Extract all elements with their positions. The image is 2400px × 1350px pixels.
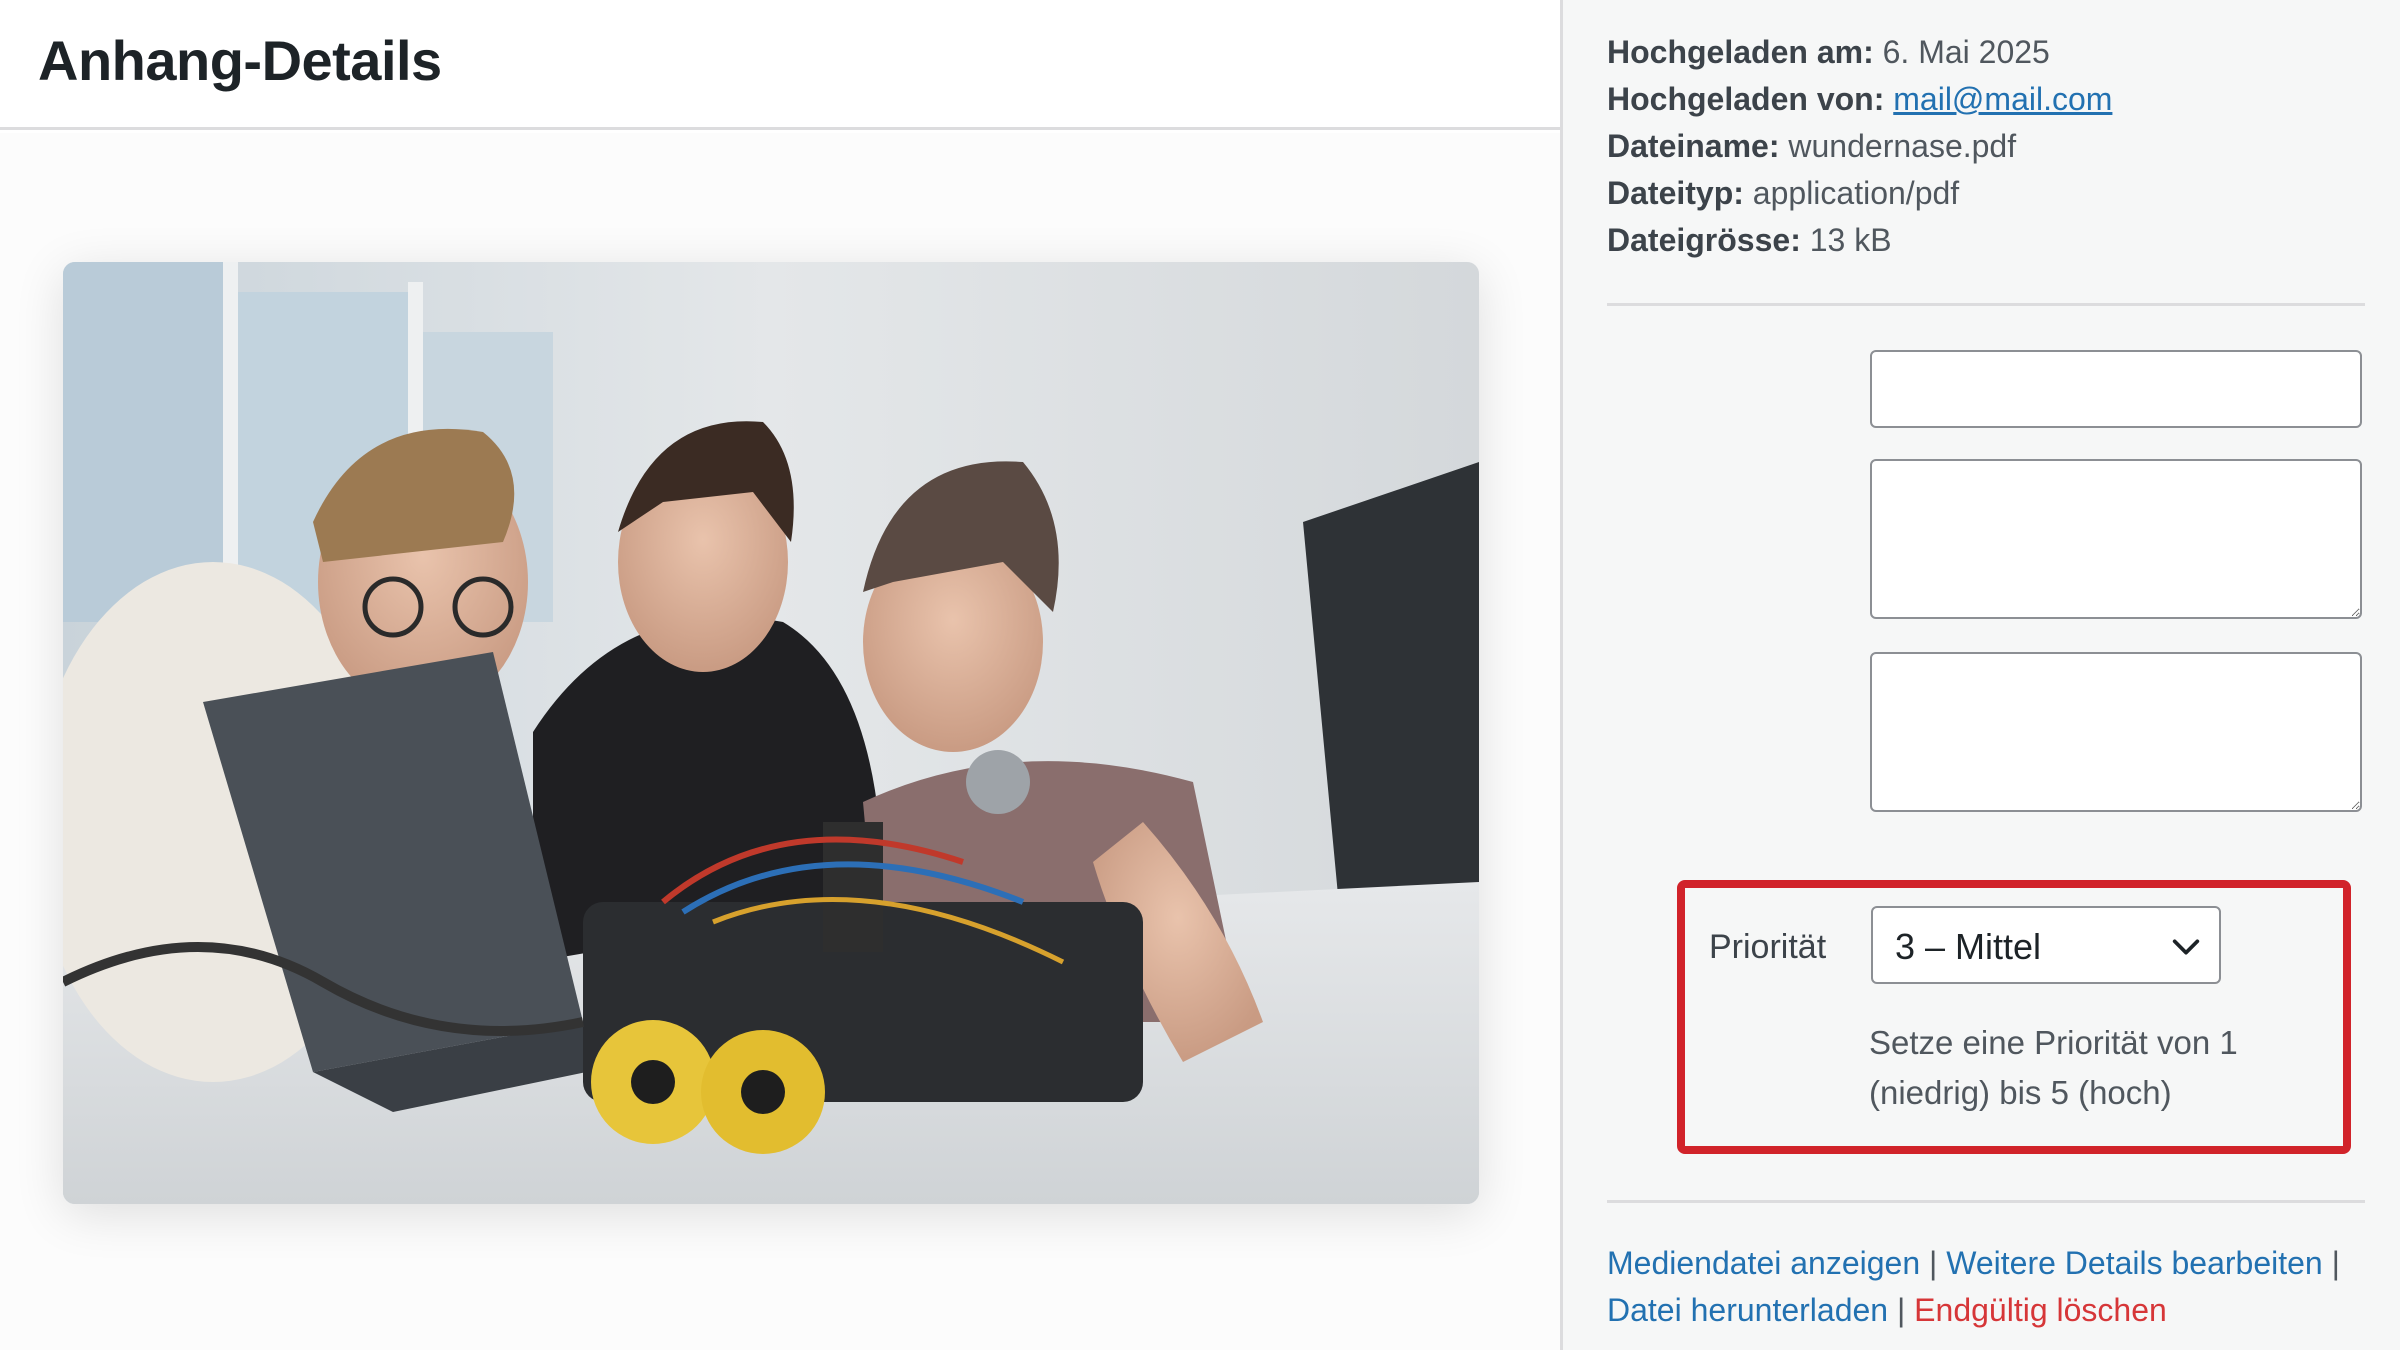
page-title: Anhang-Details (38, 29, 442, 92)
meta-filename-value: wundernase.pdf (1788, 128, 2017, 164)
meta-uploaded-by-label: Hochgeladen von: (1607, 81, 1885, 117)
meta-filetype-value: application/pdf (1752, 175, 1960, 211)
meta-filesize: Dateigrösse: 13 kB (1607, 222, 1892, 259)
edit-details-link[interactable]: Weitere Details bearbeiten (1946, 1245, 2323, 1281)
separator: | (1896, 1292, 1906, 1328)
download-file-link[interactable]: Datei herunterladen (1607, 1292, 1888, 1328)
priority-selected-value: 3 – Mittel (1895, 926, 2042, 967)
priority-help-text: Setze eine Priorität von 1 (niedrig) bis… (1869, 1024, 2238, 1111)
title-input[interactable] (1870, 350, 2362, 428)
priority-label: Priorität (1709, 928, 1827, 966)
meta-filesize-value: 13 kB (1809, 222, 1892, 258)
meta-uploaded-on-value: 6. Mai 2025 (1882, 34, 2050, 70)
separator: | (1929, 1245, 1938, 1281)
meta-uploaded-on-label: Hochgeladen am: (1607, 34, 1874, 70)
attachment-details-sidebar: Hochgeladen am: 6. Mai 2025 Hochgeladen … (1560, 0, 2400, 1350)
meta-uploaded-on: Hochgeladen am: 6. Mai 2025 (1607, 34, 2050, 71)
meta-uploaded-by: Hochgeladen von: mail@mail.com (1607, 81, 2112, 118)
attachment-actions: Mediendatei anzeigen | Weitere Details b… (1607, 1240, 2397, 1334)
uploader-email-link[interactable]: mail@mail.com (1893, 81, 2112, 117)
header-bar: Anhang-Details (0, 0, 1560, 130)
delete-permanently-link[interactable]: Endgültig löschen (1914, 1292, 2167, 1328)
attachment-preview-image (63, 262, 1479, 1204)
description-textarea[interactable] (1870, 652, 2362, 812)
separator: | (2331, 1245, 2340, 1281)
meta-filetype-label: Dateityp: (1607, 175, 1744, 211)
meta-filename-label: Dateiname: (1607, 128, 1780, 164)
priority-select[interactable]: 3 – Mittel (1871, 906, 2221, 984)
chevron-down-icon (2172, 939, 2200, 955)
actions-divider (1607, 1200, 2365, 1203)
meta-filesize-label: Dateigrösse: (1607, 222, 1801, 258)
meta-filetype: Dateityp: application/pdf (1607, 175, 1959, 212)
photo-illustration (63, 262, 1479, 1204)
meta-filename: Dateiname: wundernase.pdf (1607, 128, 2016, 165)
view-media-link[interactable]: Mediendatei anzeigen (1607, 1245, 1920, 1281)
caption-textarea[interactable] (1870, 459, 2362, 619)
meta-divider (1607, 303, 2365, 306)
attachment-preview-pane: Anhang-Details (0, 0, 1560, 1350)
